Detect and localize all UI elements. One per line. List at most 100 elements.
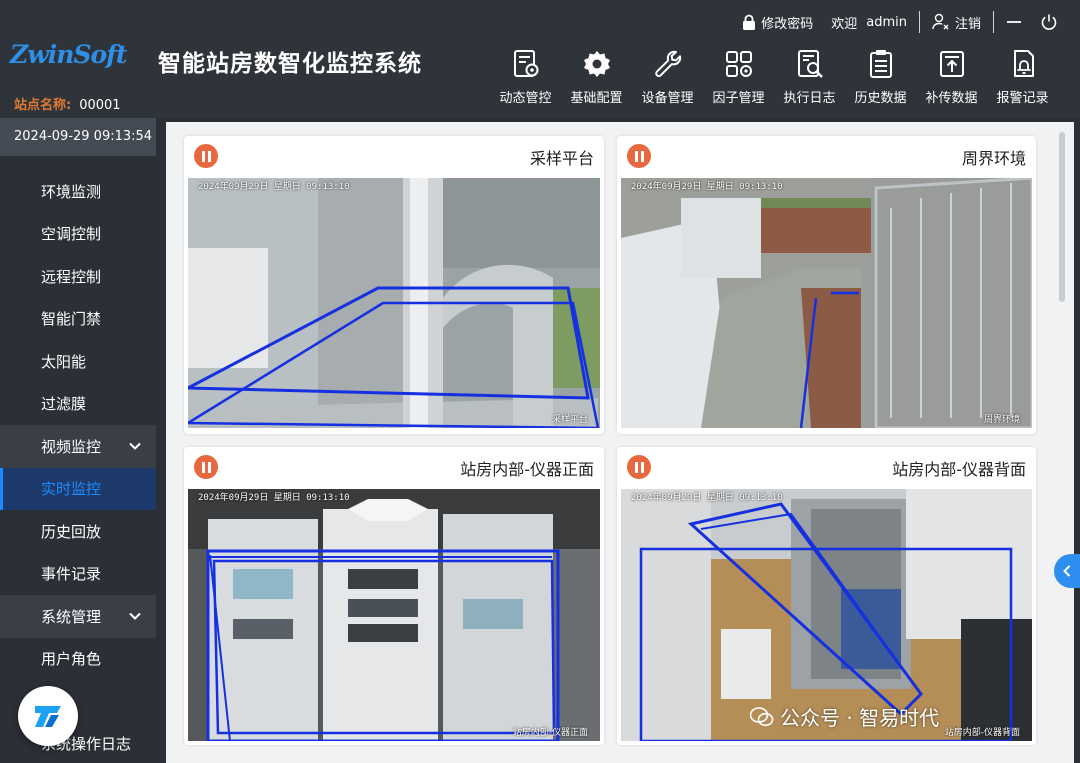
nav-label: 设备管理 bbox=[641, 91, 694, 106]
wrench-icon bbox=[654, 50, 681, 78]
video-channel-name: 站房内部-仪器正面 bbox=[512, 728, 588, 738]
user-logout-icon bbox=[932, 13, 949, 30]
sidebar-item-access-control[interactable]: 智能门禁 bbox=[0, 298, 156, 341]
video-feed[interactable]: 2024年09月29日 星期日 09:13:10 采样平台 bbox=[188, 178, 600, 428]
sidebar-item-ac-control[interactable]: 空调控制 bbox=[0, 213, 156, 256]
sidebar-item-user-roles[interactable]: 用户角色 bbox=[0, 638, 156, 681]
lock-icon bbox=[743, 14, 756, 30]
current-datetime: 2024-09-29 09:13:54 bbox=[0, 118, 156, 156]
camera-tile-instrument-back: 站房内部-仪器背面 2024年09月29日 星期日 09:13:10 站房内部-… bbox=[617, 447, 1036, 745]
station-label: 站点名称: bbox=[14, 98, 72, 113]
pause-button[interactable] bbox=[194, 455, 218, 479]
camera-header: 采样平台 bbox=[184, 136, 604, 176]
topbar-divider bbox=[993, 11, 994, 33]
nav-label: 因子管理 bbox=[712, 91, 765, 106]
nav-execution-log[interactable]: 执行日志 bbox=[774, 48, 845, 106]
scrollbar-thumb[interactable] bbox=[1059, 132, 1065, 302]
sidebar-item-event-records[interactable]: 事件记录 bbox=[0, 553, 156, 596]
pause-icon bbox=[207, 150, 211, 162]
pause-icon bbox=[634, 150, 638, 162]
sidebar-item-filter-membrane[interactable]: 过滤膜 bbox=[0, 383, 156, 426]
main-nav: 动态管控 基础配置 设备管理 因子管理 执行日志 历史数据 补传数据 报警记录 bbox=[490, 48, 1058, 106]
nav-history-data[interactable]: 历史数据 bbox=[845, 48, 916, 106]
video-channel-name: 采样平台 bbox=[551, 415, 588, 425]
welcome-text: 欢迎 admin bbox=[822, 13, 916, 32]
station-info: 站点名称: 00001 bbox=[14, 94, 121, 113]
camera-title: 站房内部-仪器正面 bbox=[460, 460, 594, 479]
video-frame bbox=[188, 178, 600, 428]
chevron-down-icon bbox=[129, 613, 141, 621]
welcome-label: 欢迎 bbox=[831, 16, 858, 32]
nav-supplement-data[interactable]: 补传数据 bbox=[916, 48, 987, 106]
camera-title: 周界环境 bbox=[961, 149, 1026, 168]
logout-label: 注销 bbox=[954, 16, 981, 32]
video-channel-name: 站房内部-仪器背面 bbox=[944, 728, 1020, 738]
pause-icon bbox=[201, 150, 205, 162]
nav-label: 动态管控 bbox=[499, 91, 552, 106]
sidebar-item-solar[interactable]: 太阳能 bbox=[0, 340, 156, 383]
pause-icon bbox=[634, 461, 638, 473]
top-toolbar: 修改密码 欢迎 admin 注销 bbox=[733, 10, 1058, 34]
gear-icon bbox=[583, 51, 610, 77]
change-password-label: 修改密码 bbox=[761, 16, 814, 32]
pause-icon bbox=[207, 461, 211, 473]
assistant-logo-icon bbox=[35, 706, 61, 727]
pause-button[interactable] bbox=[627, 455, 651, 479]
video-timestamp: 2024年09月29日 星期日 09:13:10 bbox=[198, 493, 350, 503]
nav-label: 历史数据 bbox=[854, 91, 907, 106]
camera-header: 周界环境 bbox=[617, 136, 1036, 176]
pause-icon bbox=[640, 461, 644, 473]
camera-title: 站房内部-仪器背面 bbox=[892, 460, 1026, 479]
nav-alarm-records[interactable]: 报警记录 bbox=[987, 48, 1058, 106]
logout-button[interactable]: 注销 bbox=[923, 13, 990, 32]
grid-gear-icon bbox=[725, 51, 752, 77]
video-feed[interactable]: 2024年09月29日 星期日 09:13:10 周界环境 bbox=[621, 178, 1032, 428]
video-frame bbox=[621, 178, 1032, 428]
camera-tile-instrument-front: 站房内部-仪器正面 2024年09月29日 星期日 09:13:10 站房内部-… bbox=[184, 447, 604, 745]
upload-doc-icon bbox=[939, 51, 964, 77]
sidebar-item-playback[interactable]: 历史回放 bbox=[0, 510, 156, 553]
nav-label: 执行日志 bbox=[783, 91, 836, 106]
minimize-button[interactable] bbox=[997, 14, 1031, 30]
sidebar-group-video[interactable]: 视频监控 bbox=[0, 425, 156, 468]
bell-doc-icon bbox=[1013, 50, 1034, 77]
camera-tile-perimeter: 周界环境 2024年09月29日 星期日 09:13:10 周界环境 bbox=[617, 136, 1036, 434]
pause-icon bbox=[201, 461, 205, 473]
sidebar-item-remote-control[interactable]: 远程控制 bbox=[0, 255, 156, 298]
sidebar-group-system[interactable]: 系统管理 bbox=[0, 595, 156, 638]
wechat-icon bbox=[750, 706, 774, 726]
minimize-icon bbox=[1007, 21, 1021, 23]
nav-basic-config[interactable]: 基础配置 bbox=[561, 48, 632, 106]
nav-label: 报警记录 bbox=[996, 91, 1049, 106]
brand-logo: ZwinSoft bbox=[10, 40, 140, 76]
assistant-floating-button[interactable] bbox=[18, 686, 78, 746]
sidebar-item-environment[interactable]: 环境监测 bbox=[0, 170, 156, 213]
monitor-gear-icon bbox=[513, 50, 538, 77]
change-password-link[interactable]: 修改密码 bbox=[733, 13, 822, 32]
station-value: 00001 bbox=[79, 98, 121, 113]
pause-button[interactable] bbox=[194, 144, 218, 168]
vertical-scrollbar[interactable] bbox=[1057, 132, 1067, 747]
chevron-down-icon bbox=[129, 443, 141, 451]
video-channel-name: 周界环境 bbox=[983, 415, 1020, 425]
camera-tile-sampling-platform: 采样平台 2024年09月29日 星期日 09:13:10 采样平台 bbox=[184, 136, 604, 434]
wechat-watermark: 公众号 · 智易时代 bbox=[750, 702, 939, 731]
power-icon bbox=[1041, 14, 1057, 30]
sidebar: 2024-09-29 09:13:54 环境监测 空调控制 远程控制 智能门禁 … bbox=[0, 118, 156, 763]
camera-header: 站房内部-仪器背面 bbox=[617, 447, 1036, 487]
camera-header: 站房内部-仪器正面 bbox=[184, 447, 604, 487]
video-timestamp: 2024年09月29日 星期日 09:13:10 bbox=[631, 493, 783, 503]
power-button[interactable] bbox=[1031, 13, 1058, 31]
pause-icon bbox=[640, 150, 644, 162]
doc-search-icon bbox=[797, 50, 823, 78]
nav-label: 基础配置 bbox=[570, 91, 623, 106]
nav-dynamic-control[interactable]: 动态管控 bbox=[490, 48, 561, 106]
sidebar-item-live-monitor[interactable]: 实时监控 bbox=[0, 467, 156, 510]
panel-collapse-button[interactable] bbox=[1054, 554, 1080, 588]
nav-label: 补传数据 bbox=[925, 91, 978, 106]
pause-button[interactable] bbox=[627, 144, 651, 168]
video-feed[interactable]: 2024年09月29日 星期日 09:13:10 站房内部-仪器正面 bbox=[188, 489, 600, 741]
nav-device-management[interactable]: 设备管理 bbox=[632, 48, 703, 106]
username: admin bbox=[866, 14, 907, 30]
nav-factor-management[interactable]: 因子管理 bbox=[703, 48, 774, 106]
